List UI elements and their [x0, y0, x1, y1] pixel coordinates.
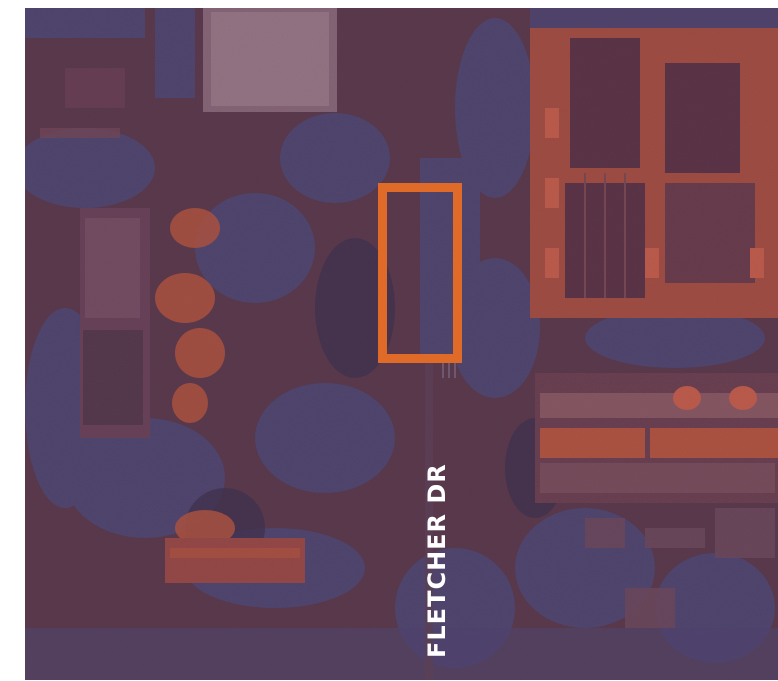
street-label: FLETCHER DR — [423, 463, 451, 658]
aerial-map[interactable]: FLETCHER DR — [25, 8, 778, 680]
property-highlight-box — [378, 183, 462, 363]
